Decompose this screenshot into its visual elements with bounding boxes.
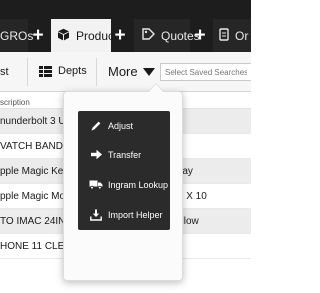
tab-orders-label: Or <box>235 28 249 43</box>
truck-icon <box>86 179 106 190</box>
pencil-icon <box>86 120 106 132</box>
tab-gros[interactable]: GROs <box>0 19 33 52</box>
menu-item-transfer[interactable]: Transfer <box>78 140 170 169</box>
tab-products[interactable]: Products <box>51 19 123 53</box>
row-description: VATCH BAND 4 <box>0 141 72 152</box>
toolbar-divider <box>96 58 97 86</box>
menu-item-ingram-lookup[interactable]: Ingram Lookup <box>78 170 170 199</box>
menu-item-label: Adjust <box>108 120 134 131</box>
popover-caret-fill <box>149 84 163 92</box>
row-description: pple Magic Mo <box>0 191 66 202</box>
list-button[interactable]: st <box>0 66 9 78</box>
tag-icon <box>142 28 155 43</box>
depts-button[interactable]: Depts <box>39 65 87 77</box>
row-description: nunderbolt 3 U <box>0 116 66 127</box>
more-dropdown: Adjust Transfer Ingram Lookup Import Hel… <box>63 83 183 281</box>
more-label: More <box>108 64 138 79</box>
tab-orders[interactable]: Or <box>213 19 251 52</box>
caret-down-icon <box>142 67 155 76</box>
toolbar: st Depts More <box>0 52 251 92</box>
menu-item-label: Import Helper <box>108 209 163 220</box>
depts-label: Depts <box>58 65 87 77</box>
download-icon <box>86 209 106 221</box>
row-description: pple Magic Key <box>0 166 69 177</box>
tab-quotes[interactable]: Quotes <box>134 19 200 52</box>
add-gro-button[interactable]: + <box>27 19 49 52</box>
arrow-right-icon <box>86 149 106 160</box>
menu-item-adjust[interactable]: Adjust <box>78 111 170 140</box>
menu-item-import-helper[interactable]: Import Helper <box>78 200 170 229</box>
add-product-button[interactable]: + <box>109 19 131 52</box>
orders-icon <box>219 27 229 44</box>
menu-item-label: Transfer <box>108 149 142 160</box>
grid-icon <box>39 65 52 77</box>
saved-searches-input[interactable] <box>160 63 251 81</box>
more-button[interactable]: More <box>108 64 155 79</box>
toolbar-divider <box>27 58 28 86</box>
add-quote-button[interactable]: + <box>189 19 211 52</box>
more-menu: Adjust Transfer Ingram Lookup Import Hel… <box>78 111 170 230</box>
box-icon <box>57 28 70 44</box>
menu-item-label: Ingram Lookup <box>108 179 169 190</box>
top-tab-bar: GROs + Products + Quotes + Or <box>0 0 251 53</box>
